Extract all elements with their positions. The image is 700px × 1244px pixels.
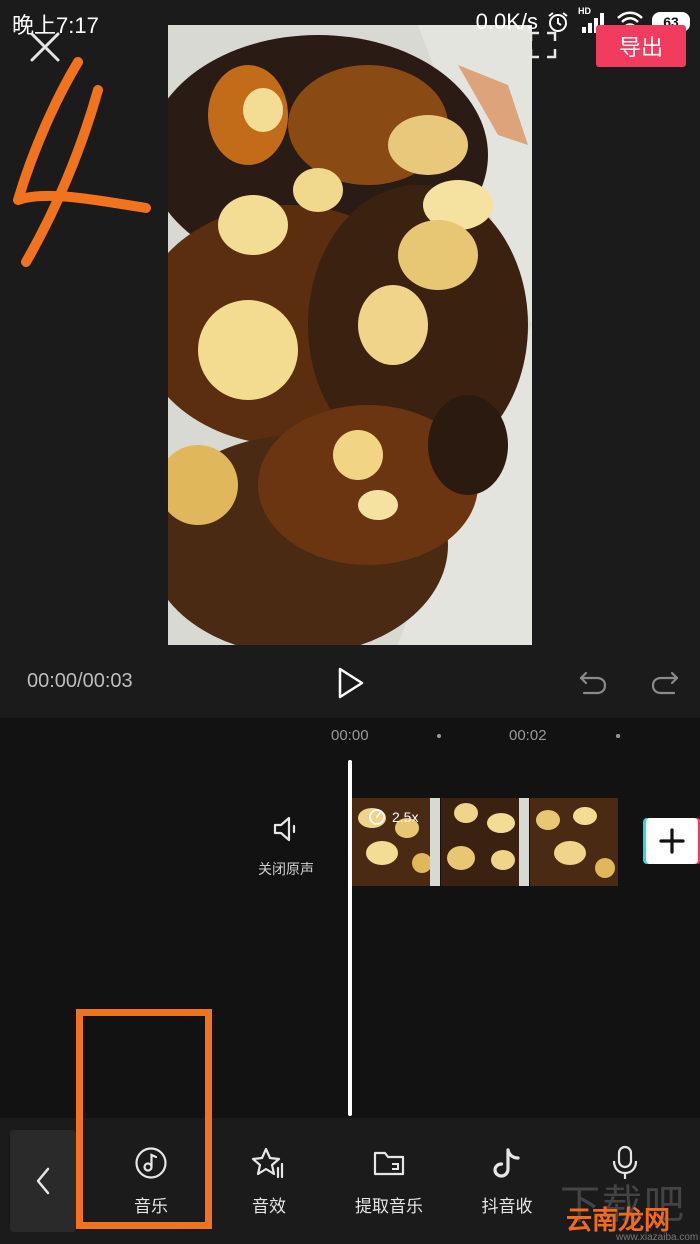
ruler-label-start: 00:00 — [331, 727, 369, 744]
close-icon[interactable] — [28, 30, 62, 64]
redo-icon[interactable] — [650, 667, 680, 697]
tool-sound-effect[interactable]: 音效 — [214, 1144, 324, 1217]
playhead[interactable] — [348, 760, 352, 1116]
speaker-icon — [273, 816, 296, 842]
speed-gauge-icon — [369, 809, 385, 825]
fullscreen-icon[interactable] — [528, 30, 558, 60]
ruler-label-2s: 00:02 — [509, 727, 547, 744]
tool-music-label: 音乐 — [134, 1197, 168, 1216]
tool-music[interactable]: 音乐 — [96, 1144, 206, 1217]
tool-extract-music-label: 提取音乐 — [355, 1197, 423, 1216]
ruler-dot — [437, 734, 441, 738]
tool-sound-effect-label: 音效 — [252, 1197, 286, 1216]
undo-icon[interactable] — [578, 667, 608, 697]
video-frame-image — [168, 25, 532, 645]
folder-icon — [373, 1151, 405, 1176]
timecode: 00:00/00:03 — [27, 670, 133, 692]
clip-thumbnail — [530, 798, 619, 886]
speed-label: 2.5x — [392, 809, 419, 825]
sound-effect-star-icon — [251, 1147, 284, 1179]
watermark: 下载吧 云南龙网 www.xiazaiba.com — [560, 1172, 700, 1244]
status-bar: 晚上7:17 0.0K/s HD 63 — [0, 0, 700, 44]
back-button[interactable] — [10, 1130, 76, 1232]
chevron-left-icon — [36, 1167, 50, 1195]
plus-icon — [659, 828, 685, 854]
clip-thumbnail — [441, 798, 530, 886]
mute-original-sound-button[interactable]: 关闭原声 — [250, 814, 322, 879]
add-clip-button[interactable] — [646, 818, 698, 864]
tool-douyin-favorites-label: 抖音收 — [481, 1197, 533, 1216]
play-icon[interactable] — [336, 666, 366, 700]
ruler-dot — [616, 734, 620, 738]
music-note-icon — [135, 1147, 167, 1179]
speed-badge: 2.5x — [368, 808, 418, 826]
annotation-step-number — [13, 57, 151, 267]
video-preview[interactable] — [168, 25, 532, 645]
timeline[interactable]: 00:00 00:02 关闭原声 2.5x — [0, 718, 700, 1118]
tool-extract-music[interactable]: 提取音乐 — [334, 1144, 444, 1217]
tool-douyin-favorites[interactable]: 抖音收 — [452, 1144, 562, 1217]
watermark-url: www.xiazaiba.com — [616, 1232, 699, 1243]
tiktok-icon — [493, 1148, 520, 1178]
mute-label: 关闭原声 — [258, 861, 314, 877]
export-button[interactable]: 导出 — [596, 25, 686, 67]
